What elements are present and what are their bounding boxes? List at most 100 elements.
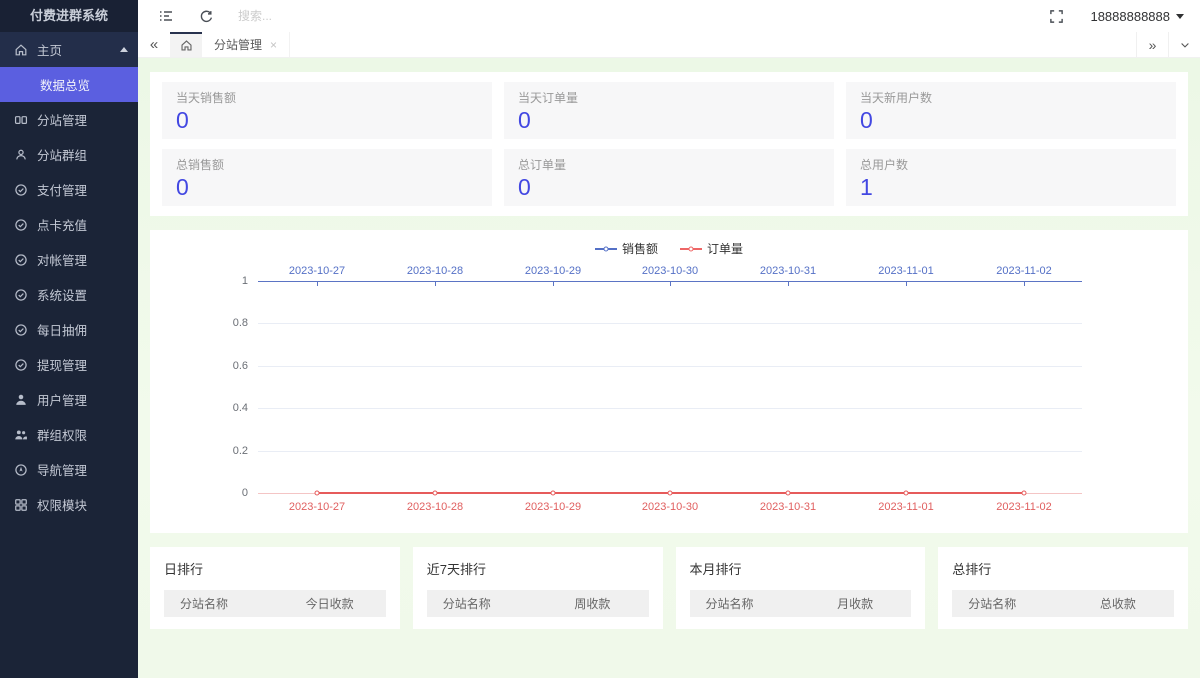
data-point xyxy=(903,490,909,496)
sidebar-item-label: 对帐管理 xyxy=(37,254,88,268)
sidebar-item-label: 群组权限 xyxy=(37,429,88,443)
rank-col-amount: 今日收款 xyxy=(305,597,354,611)
stat-card-total-orders: 总订单量 0 xyxy=(504,149,834,206)
data-point xyxy=(667,490,673,496)
stat-value: 0 xyxy=(518,174,531,200)
home-icon xyxy=(180,40,192,51)
check-circle-icon xyxy=(13,182,28,197)
x-tick-label-top: 2023-10-28 xyxy=(406,265,464,277)
stat-card-today-new-users: 当天新用户数 0 xyxy=(846,82,1176,139)
sidebar-item-label: 导航管理 xyxy=(37,464,88,478)
sidebar-item-label: 支付管理 xyxy=(37,184,88,198)
rank-title: 本月排行 xyxy=(689,562,742,577)
tab-home[interactable] xyxy=(170,32,202,57)
sidebar-item-subsite-manage[interactable]: 分站管理 xyxy=(0,102,138,137)
rank-col-amount: 月收款 xyxy=(837,597,874,611)
sidebar-item-permission-module[interactable]: 权限模块 xyxy=(0,487,138,522)
x-tick-label-top: 2023-11-01 xyxy=(878,265,934,277)
sidebar-item-payment-manage[interactable]: 支付管理 xyxy=(0,172,138,207)
stat-card-today-orders: 当天订单量 0 xyxy=(504,82,834,139)
y-tick-label: 0.4 xyxy=(232,402,248,414)
fullscreen-icon[interactable] xyxy=(1048,8,1064,24)
user-phone: 18888888888 xyxy=(1090,8,1170,24)
sidebar-item-label: 用户管理 xyxy=(37,394,88,408)
y-tick-label: 0 xyxy=(241,487,248,499)
rank-panel-daily: 日排行 分站名称 今日收款 xyxy=(150,547,400,629)
x-tick-label-bottom: 2023-10-28 xyxy=(406,501,464,513)
sidebar-item-nav-manage[interactable]: 导航管理 xyxy=(0,452,138,487)
rank-title: 近7天排行 xyxy=(426,562,486,577)
x-tick xyxy=(788,282,789,286)
stat-label: 当天订单量 xyxy=(518,91,579,105)
topbar-right: 18888888888 xyxy=(1048,8,1184,24)
rank-title: 总排行 xyxy=(952,562,992,577)
check-circle-icon xyxy=(13,287,28,302)
y-tick-label: 0.8 xyxy=(232,317,248,329)
data-point xyxy=(432,490,438,496)
sidebar-item-subsite-groups[interactable]: 分站群组 xyxy=(0,137,138,172)
tabs-menu-button[interactable] xyxy=(1168,32,1200,57)
navigation-icon xyxy=(13,462,28,477)
sidebar-subitem-data-overview[interactable]: 数据总览 xyxy=(0,67,138,102)
stat-label: 当天新用户数 xyxy=(860,91,933,105)
x-tick xyxy=(906,282,907,286)
x-tick-label-bottom: 2023-11-02 xyxy=(996,501,1052,513)
rank-panel-total: 总排行 分站名称 总收款 xyxy=(938,547,1188,629)
sidebar-item-user-manage[interactable]: 用户管理 xyxy=(0,382,138,417)
check-circle-icon xyxy=(13,357,28,372)
sidebar-item-label: 分站群组 xyxy=(37,149,88,163)
refresh-icon[interactable] xyxy=(198,8,214,24)
tabbar-spacer xyxy=(290,32,1136,57)
stat-value: 0 xyxy=(176,174,189,200)
x-tick-label-top: 2023-10-27 xyxy=(288,265,346,277)
sidebar-subitem-label: 数据总览 xyxy=(40,79,91,93)
data-point xyxy=(314,490,320,496)
stat-card-total-users: 总用户数 1 xyxy=(846,149,1176,206)
gridline xyxy=(258,366,1082,367)
rank-title: 日排行 xyxy=(164,562,204,577)
x-tick xyxy=(317,282,318,286)
tabs-scroll-right-button[interactable]: » xyxy=(1136,32,1168,57)
sidebar-item-label: 点卡充值 xyxy=(37,219,88,233)
check-circle-icon xyxy=(13,252,28,267)
stat-label: 总订单量 xyxy=(518,158,567,172)
stat-value: 1 xyxy=(860,174,873,200)
stat-card-total-sales: 总销售额 0 xyxy=(162,149,492,206)
sidebar-item-group-permission[interactable]: 群组权限 xyxy=(0,417,138,452)
topbar: 18888888888 xyxy=(138,0,1200,32)
rank-panel-month: 本月排行 分站名称 月收款 xyxy=(675,547,926,629)
sidebar-item-daily-commission[interactable]: 每日抽佣 xyxy=(0,312,138,347)
chart-legend: 销售额 订单量 xyxy=(150,240,1188,257)
legend-item-sales[interactable]: 销售额 xyxy=(594,240,658,257)
sidebar-item-withdraw-manage[interactable]: 提现管理 xyxy=(0,347,138,382)
rank-col-name: 分站名称 xyxy=(968,597,1017,611)
tab-subsite-manage[interactable]: 分站管理 × xyxy=(202,32,291,57)
legend-item-orders[interactable]: 订单量 xyxy=(680,240,743,257)
sidebar-item-system-settings[interactable]: 系统设置 xyxy=(0,277,138,312)
tab-close-icon[interactable]: × xyxy=(270,38,277,52)
main-area: 18888888888 « 分站管理 × » xyxy=(138,0,1200,678)
app-root: 付费进群系统 主页 数据总览 分站管理 分站群组 支付管理 点卡充值 对帐管理 … xyxy=(0,0,1200,678)
user-menu[interactable]: 18888888888 xyxy=(1090,9,1184,24)
sidebar-item-home[interactable]: 主页 xyxy=(0,32,138,67)
check-circle-icon xyxy=(13,322,28,337)
data-point xyxy=(550,490,556,496)
search-input[interactable] xyxy=(238,9,418,23)
stat-label: 当天销售额 xyxy=(176,91,237,105)
subsite-grid-icon xyxy=(13,112,28,127)
sidebar-item-label: 主页 xyxy=(37,44,63,58)
rank-panel-7days: 近7天排行 分站名称 周收款 xyxy=(412,547,663,629)
sidebar-item-card-recharge[interactable]: 点卡充值 xyxy=(0,207,138,242)
chevron-up-icon xyxy=(120,47,128,52)
user-icon xyxy=(13,392,28,407)
rank-table-header: 分站名称 今日收款 xyxy=(164,590,386,617)
y-tick-label: 0.6 xyxy=(232,360,248,372)
x-tick-label-bottom: 2023-10-31 xyxy=(759,501,817,513)
tabs-scroll-left-button[interactable]: « xyxy=(138,32,170,57)
sales-orders-chart: 销售额 订单量 1 0.8 0.6 0.4 0.2 0 2023-10-27 2… xyxy=(150,230,1188,533)
stat-value: 0 xyxy=(860,107,873,133)
gridline xyxy=(258,408,1082,409)
x-tick-label-top: 2023-10-29 xyxy=(524,265,582,277)
collapse-menu-icon[interactable] xyxy=(158,8,174,24)
sidebar-item-reconciliation[interactable]: 对帐管理 xyxy=(0,242,138,277)
